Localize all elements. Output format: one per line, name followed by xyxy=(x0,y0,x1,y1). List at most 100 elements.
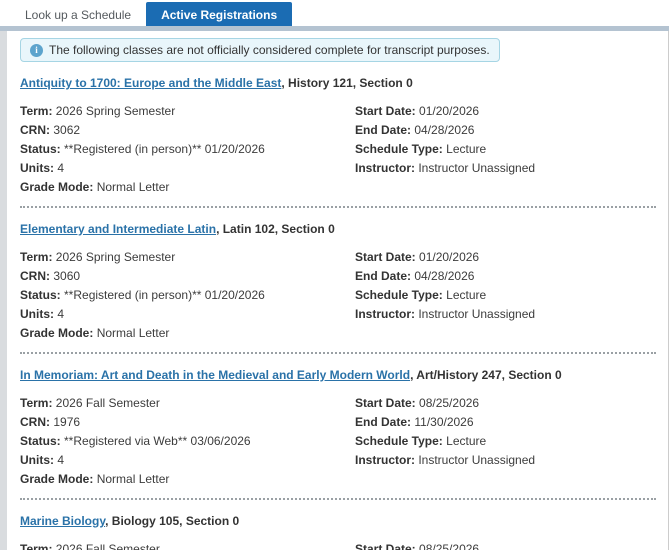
class-section: Marine Biology, Biology 105, Section 0 T… xyxy=(20,514,656,550)
class-title-link[interactable]: Elementary and Intermediate Latin xyxy=(20,222,216,236)
crn-label: CRN: xyxy=(20,123,50,137)
term-value: 2026 Spring Semester xyxy=(55,104,176,118)
end-date-label: End Date: xyxy=(355,269,412,283)
class-section: Elementary and Intermediate Latin, Latin… xyxy=(20,222,656,343)
term-label: Term: xyxy=(20,542,53,550)
details-left-column: Term: 2026 Fall Semester CRN: 1976 Statu… xyxy=(20,394,355,489)
units-value: 4 xyxy=(57,307,65,321)
instructor-row: Instructor: Instructor Unassigned xyxy=(355,451,656,470)
class-title-link[interactable]: Marine Biology xyxy=(20,514,105,528)
end-date-label: End Date: xyxy=(355,123,412,137)
units-label: Units: xyxy=(20,453,54,467)
term-row: Term: 2026 Spring Semester xyxy=(20,248,355,267)
start-date-row: Start Date: 08/25/2026 xyxy=(355,540,656,550)
instructor-label: Instructor: xyxy=(355,161,415,175)
details-right-column: Start Date: 08/25/2026 End Date: 11/30/2… xyxy=(355,394,656,489)
units-row: Units: 4 xyxy=(20,305,355,324)
status-label: Status: xyxy=(20,142,61,156)
class-section: Antiquity to 1700: Europe and the Middle… xyxy=(20,76,656,197)
status-value: **Registered (in person)** 01/20/2026 xyxy=(64,142,265,156)
status-row: Status: **Registered (in person)** 01/20… xyxy=(20,140,355,159)
start-date-value: 01/20/2026 xyxy=(419,250,480,264)
info-icon: i xyxy=(30,43,43,57)
section-separator xyxy=(20,352,656,354)
units-value: 4 xyxy=(57,161,65,175)
start-date-label: Start Date: xyxy=(355,104,416,118)
grade-mode-value: Normal Letter xyxy=(96,180,170,194)
crn-label: CRN: xyxy=(20,415,50,429)
class-title-link[interactable]: In Memoriam: Art and Death in the Mediev… xyxy=(20,368,410,382)
schedule-type-row: Schedule Type: Lecture xyxy=(355,140,656,159)
term-value: 2026 Spring Semester xyxy=(55,250,176,264)
status-row: Status: **Registered (in person)** 01/20… xyxy=(20,286,355,305)
schedule-type-value: Lecture xyxy=(446,434,487,448)
tab-active-registrations[interactable]: Active Registrations xyxy=(146,2,293,26)
end-date-value: 11/30/2026 xyxy=(414,415,474,429)
active-registrations-panel: i The following classes are not official… xyxy=(0,31,669,550)
class-details: Term: 2026 Fall Semester CRN: 1972 Statu… xyxy=(20,540,656,550)
units-label: Units: xyxy=(20,307,54,321)
details-right-column: Start Date: 01/20/2026 End Date: 04/28/2… xyxy=(355,102,656,197)
schedule-type-label: Schedule Type: xyxy=(355,434,443,448)
section-separator xyxy=(20,206,656,208)
class-details: Term: 2026 Spring Semester CRN: 3062 Sta… xyxy=(20,102,656,197)
class-details: Term: 2026 Fall Semester CRN: 1976 Statu… xyxy=(20,394,656,489)
schedule-type-row: Schedule Type: Lecture xyxy=(355,432,656,451)
end-date-row: End Date: 11/30/2026 xyxy=(355,413,656,432)
schedule-type-label: Schedule Type: xyxy=(355,288,443,302)
crn-value: 1976 xyxy=(53,415,81,429)
start-date-label: Start Date: xyxy=(355,542,416,550)
status-label: Status: xyxy=(20,434,61,448)
start-date-value: 08/25/2026 xyxy=(419,396,480,410)
schedule-type-label: Schedule Type: xyxy=(355,142,443,156)
instructor-value: Instructor Unassigned xyxy=(418,161,536,175)
units-label: Units: xyxy=(20,161,54,175)
crn-row: CRN: 3060 xyxy=(20,267,355,286)
crn-row: CRN: 1976 xyxy=(20,413,355,432)
term-label: Term: xyxy=(20,396,53,410)
term-row: Term: 2026 Fall Semester xyxy=(20,394,355,413)
units-value: 4 xyxy=(57,453,65,467)
start-date-value: 08/25/2026 xyxy=(419,542,480,550)
instructor-label: Instructor: xyxy=(355,453,415,467)
section-separator xyxy=(20,498,656,500)
end-date-row: End Date: 04/28/2026 xyxy=(355,267,656,286)
instructor-row: Instructor: Instructor Unassigned xyxy=(355,159,656,178)
class-subtitle: , Art/History 247, Section 0 xyxy=(410,368,562,382)
schedule-type-value: Lecture xyxy=(446,142,487,156)
transcript-notice-banner: i The following classes are not official… xyxy=(20,38,500,62)
details-left-column: Term: 2026 Fall Semester CRN: 1972 Statu… xyxy=(20,540,355,550)
units-row: Units: 4 xyxy=(20,159,355,178)
class-heading: Antiquity to 1700: Europe and the Middle… xyxy=(20,76,656,90)
term-value: 2026 Fall Semester xyxy=(55,396,160,410)
details-left-column: Term: 2026 Spring Semester CRN: 3060 Sta… xyxy=(20,248,355,343)
start-date-row: Start Date: 01/20/2026 xyxy=(355,248,656,267)
grade-mode-label: Grade Mode: xyxy=(20,472,94,486)
grade-mode-row: Grade Mode: Normal Letter xyxy=(20,178,355,197)
instructor-value: Instructor Unassigned xyxy=(418,453,536,467)
units-row: Units: 4 xyxy=(20,451,355,470)
details-right-column: Start Date: 01/20/2026 End Date: 04/28/2… xyxy=(355,248,656,343)
class-section: In Memoriam: Art and Death in the Mediev… xyxy=(20,368,656,489)
instructor-label: Instructor: xyxy=(355,307,415,321)
term-label: Term: xyxy=(20,250,53,264)
term-label: Term: xyxy=(20,104,53,118)
crn-value: 3062 xyxy=(53,123,81,137)
grade-mode-row: Grade Mode: Normal Letter xyxy=(20,324,355,343)
instructor-row: Instructor: Instructor Unassigned xyxy=(355,305,656,324)
crn-value: 3060 xyxy=(53,269,81,283)
term-row: Term: 2026 Spring Semester xyxy=(20,102,355,121)
grade-mode-value: Normal Letter xyxy=(96,326,170,340)
end-date-value: 04/28/2026 xyxy=(414,269,475,283)
status-value: **Registered via Web** 03/06/2026 xyxy=(64,434,251,448)
class-heading: Marine Biology, Biology 105, Section 0 xyxy=(20,514,656,528)
class-subtitle: , History 121, Section 0 xyxy=(281,76,413,90)
class-heading: Elementary and Intermediate Latin, Latin… xyxy=(20,222,656,236)
notice-text: The following classes are not officially… xyxy=(49,43,490,57)
start-date-row: Start Date: 01/20/2026 xyxy=(355,102,656,121)
crn-label: CRN: xyxy=(20,269,50,283)
tab-look-up-a-schedule[interactable]: Look up a Schedule xyxy=(10,2,146,26)
class-title-link[interactable]: Antiquity to 1700: Europe and the Middle… xyxy=(20,76,281,90)
tab-bar: Look up a Schedule Active Registrations xyxy=(0,0,669,26)
start-date-row: Start Date: 08/25/2026 xyxy=(355,394,656,413)
